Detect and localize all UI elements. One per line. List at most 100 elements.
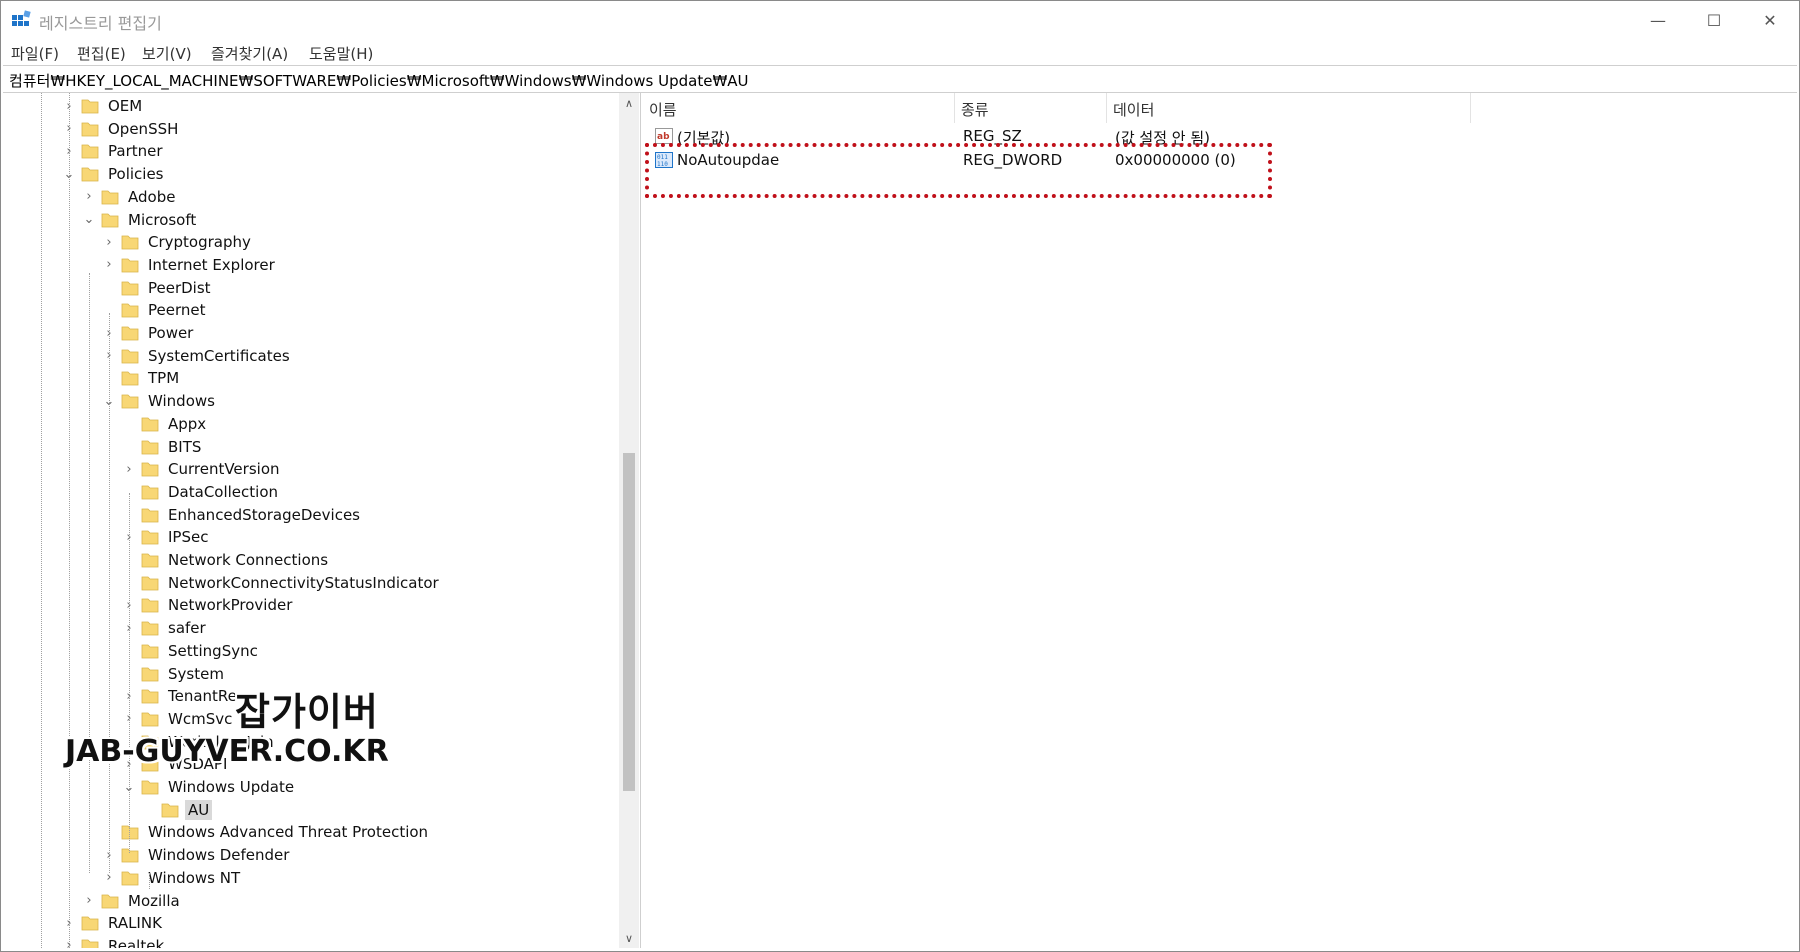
- scroll-up-arrow-icon[interactable]: ∧: [619, 93, 639, 113]
- tree-guide-line: [109, 313, 110, 873]
- folder-icon: [121, 394, 139, 409]
- tree-node[interactable]: › OEM: [61, 95, 145, 117]
- folder-icon: [81, 122, 99, 137]
- menu-file[interactable]: 파일(F): [11, 43, 59, 64]
- column-header-type[interactable]: 종류: [955, 93, 1107, 123]
- tree-node[interactable]: BITS: [121, 436, 204, 458]
- tree-node[interactable]: AU: [141, 799, 213, 821]
- tree-node-label: AU: [185, 799, 213, 820]
- address-bar[interactable]: 컴퓨터₩HKEY_LOCAL_MACHINE₩SOFTWARE₩Policies…: [3, 65, 1797, 93]
- tree-node[interactable]: › Mozilla: [81, 890, 183, 912]
- tree-node-label: OEM: [108, 97, 143, 115]
- tree-node-label: Mozilla: [128, 891, 180, 910]
- folder-icon: [141, 621, 159, 636]
- maximize-button[interactable]: ☐: [1685, 1, 1743, 39]
- expand-chevron-icon[interactable]: ›: [101, 254, 117, 276]
- tree-node[interactable]: PeerDist: [101, 277, 214, 299]
- tree-node[interactable]: › RALINK: [61, 912, 165, 934]
- menu-view[interactable]: 보기(V): [142, 43, 192, 64]
- folder-icon: [121, 349, 139, 364]
- tree-node-label: System: [168, 664, 224, 683]
- tree-node[interactable]: EnhancedStorageDevices: [121, 504, 363, 526]
- tree-node[interactable]: › CurrentVersion: [121, 458, 283, 480]
- tree-node[interactable]: › SystemCertificates: [101, 345, 293, 367]
- tree-leaf-connector: [121, 413, 137, 435]
- folder-icon: [141, 667, 159, 681]
- tree-node-label: Windows Update: [168, 778, 295, 796]
- folder-icon: [81, 99, 99, 114]
- collapse-chevron-icon[interactable]: ⌄: [81, 209, 97, 231]
- tree-node-label: SettingSync: [168, 641, 258, 660]
- tree-node[interactable]: › Cryptography: [101, 231, 254, 253]
- tree-node[interactable]: › WcmSvc: [121, 708, 235, 730]
- expand-chevron-icon[interactable]: ›: [121, 458, 137, 480]
- tree-node[interactable]: ⌄ Windows: [101, 390, 218, 412]
- folder-icon: [121, 235, 139, 250]
- tree-node-label: Windows Advanced Threat Protection: [148, 823, 429, 842]
- tree-node[interactable]: SettingSync: [121, 640, 261, 662]
- address-path[interactable]: 컴퓨터₩HKEY_LOCAL_MACHINE₩SOFTWARE₩Policies…: [9, 70, 749, 91]
- column-header-data[interactable]: 데이터: [1107, 93, 1471, 123]
- tree-node[interactable]: › Adobe: [81, 186, 178, 208]
- tree-node-label: SystemCertificates: [148, 346, 290, 365]
- close-button[interactable]: ✕: [1741, 1, 1799, 39]
- tree-node[interactable]: › safer: [121, 617, 209, 639]
- key-tree-pane[interactable]: › OEM › OpenSSH › Partner ⌄ Policies › Adobe ⌄ Micr…: [5, 93, 641, 948]
- menu-bar: 파일(F) 편집(E) 보기(V) 즐겨찾기(A) 도움말(H): [1, 39, 1799, 65]
- tree-node[interactable]: › OpenSSH: [61, 118, 181, 140]
- menu-edit[interactable]: 편집(E): [77, 43, 126, 64]
- folder-icon: [121, 281, 139, 295]
- folder-icon: [101, 894, 119, 908]
- tree-node[interactable]: › Power: [101, 322, 196, 344]
- folder-icon: [121, 871, 139, 886]
- tree-node[interactable]: › Internet Explorer: [101, 254, 278, 276]
- tree-node[interactable]: TPM: [101, 367, 182, 389]
- tree-node[interactable]: › TenantRe: [121, 685, 240, 707]
- tree-node[interactable]: ⌄ Policies: [61, 163, 166, 185]
- tree-node-label: Policies: [108, 165, 164, 184]
- tree-node[interactable]: › NetworkProvider: [121, 594, 295, 616]
- tree-node[interactable]: › Windows NT: [101, 867, 243, 889]
- tree-node-label: Windows Defender: [148, 846, 290, 865]
- tree-node[interactable]: NetworkConnectivityStatusIndicator: [121, 572, 442, 594]
- folder-icon: [141, 417, 159, 432]
- expand-chevron-icon[interactable]: ›: [81, 186, 97, 208]
- folder-icon: [81, 916, 99, 931]
- tree-node[interactable]: System: [121, 663, 227, 685]
- values-list-pane[interactable]: 이름 종류 데이터 ab (기본값) REG_SZ (값 설정 안 됨) 011…: [643, 93, 1795, 948]
- folder-icon: [121, 371, 139, 386]
- folder-icon: [141, 508, 159, 522]
- tree-guide-line: [41, 93, 42, 948]
- tree-node[interactable]: ⌄ Microsoft: [81, 209, 199, 231]
- tree-node-label: Peernet: [148, 301, 206, 320]
- scroll-down-arrow-icon[interactable]: ∨: [619, 928, 639, 948]
- minimize-button[interactable]: —: [1629, 1, 1687, 39]
- expand-chevron-icon[interactable]: ›: [101, 231, 117, 253]
- tree-node-label: DataCollection: [168, 482, 279, 501]
- tree-node[interactable]: DataCollection: [121, 481, 281, 503]
- tree-node[interactable]: Windows Advanced Threat Protection: [101, 821, 431, 843]
- tree-node[interactable]: Appx: [121, 413, 209, 435]
- watermark-site: JAB-GUYVER.CO.KR: [65, 734, 389, 769]
- folder-icon: [161, 803, 179, 818]
- scroll-thumb[interactable]: [623, 453, 635, 791]
- tree-node[interactable]: › Realtek: [61, 935, 167, 948]
- folder-icon: [121, 303, 139, 318]
- tree-node[interactable]: Peernet: [101, 299, 209, 321]
- column-header-name[interactable]: 이름: [643, 93, 955, 123]
- menu-favorites[interactable]: 즐겨찾기(A): [211, 43, 288, 64]
- svg-text:ab: ab: [657, 132, 670, 142]
- title-bar[interactable]: 레지스트리 편집기 — ☐ ✕: [1, 1, 1799, 39]
- tree-scrollbar[interactable]: ∧ ∨: [619, 93, 639, 948]
- tree-node-label: TPM: [148, 369, 180, 388]
- tree-node[interactable]: › IPSec: [121, 526, 211, 548]
- tree-node-label: NetworkConnectivityStatusIndicator: [168, 573, 439, 592]
- tree-node[interactable]: ⌄ Windows Update: [121, 776, 297, 798]
- folder-icon: [81, 144, 99, 159]
- watermark-korean: 잡가이버: [235, 690, 379, 734]
- expand-chevron-icon[interactable]: ›: [81, 890, 97, 912]
- tree-guide-line: [129, 493, 130, 853]
- tree-node[interactable]: Network Connections: [121, 549, 331, 571]
- menu-help[interactable]: 도움말(H): [309, 43, 373, 64]
- tree-node[interactable]: › Partner: [61, 140, 166, 162]
